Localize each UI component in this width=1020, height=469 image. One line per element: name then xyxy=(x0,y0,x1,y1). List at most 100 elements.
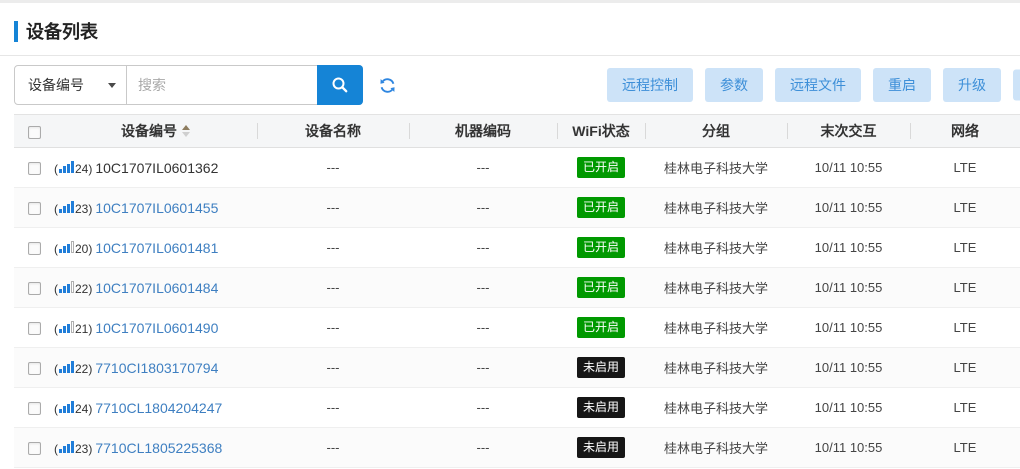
upgrade-button[interactable]: 升级 xyxy=(943,68,1001,102)
group-cell: 桂林电子科技大学 xyxy=(645,148,787,188)
column-header-machine-code: 机器编码 xyxy=(409,115,557,148)
device-id-link[interactable]: 7710CL1805225368 xyxy=(95,440,222,456)
signal-strength-indicator: (22) xyxy=(54,361,92,376)
column-header-device-id[interactable]: 设备编号 xyxy=(54,115,257,148)
select-all-checkbox[interactable] xyxy=(28,126,41,139)
device-id-link[interactable]: 7710CI1803170794 xyxy=(95,360,218,376)
network-cell: LTE xyxy=(910,348,1020,388)
group-cell: 桂林电子科技大学 xyxy=(645,228,787,268)
group-cell: 桂林电子科技大学 xyxy=(645,188,787,228)
search-button[interactable] xyxy=(317,65,363,105)
device-name-cell: --- xyxy=(257,188,409,228)
last-interaction-cell: 10/11 10:55 xyxy=(787,268,910,308)
remote-control-button[interactable]: 远程控制 xyxy=(607,68,693,102)
signal-bars-icon xyxy=(59,441,74,453)
signal-bars-icon xyxy=(59,361,74,373)
page-title-row: 设备列表 xyxy=(0,3,1020,56)
device-name-cell: --- xyxy=(257,268,409,308)
row-checkbox[interactable] xyxy=(28,162,41,175)
parameters-button[interactable]: 参数 xyxy=(705,68,763,102)
refresh-button[interactable] xyxy=(376,74,399,97)
last-interaction-cell: 10/11 10:55 xyxy=(787,348,910,388)
search-field-dropdown[interactable]: 设备编号 xyxy=(15,66,127,104)
wifi-status-badge: 未启用 xyxy=(577,437,625,457)
table-row: (20)10C1707IL0601481 --- --- 已开启 桂林电子科技大… xyxy=(14,228,1020,268)
last-interaction-cell: 10/11 10:55 xyxy=(787,188,910,228)
wifi-status-badge: 已开启 xyxy=(577,237,625,257)
machine-code-cell: --- xyxy=(409,268,557,308)
table-row: (24)7710CL1804204247 --- --- 未启用 桂林电子科技大… xyxy=(14,388,1020,428)
device-name-cell: --- xyxy=(257,428,409,468)
row-checkbox[interactable] xyxy=(28,362,41,375)
network-cell: LTE xyxy=(910,388,1020,428)
network-cell: LTE xyxy=(910,268,1020,308)
network-cell: LTE xyxy=(910,188,1020,228)
sort-desc-icon xyxy=(182,132,190,137)
column-header-wifi-status: WiFi状态 xyxy=(557,115,645,148)
sort-icon xyxy=(182,125,190,137)
table-row: (24)10C1707IL0601362 --- --- 已开启 桂林电子科技大… xyxy=(14,148,1020,188)
signal-bars-icon xyxy=(59,201,74,213)
page-title: 设备列表 xyxy=(26,18,98,44)
last-interaction-cell: 10/11 10:55 xyxy=(787,388,910,428)
device-name-cell: --- xyxy=(257,388,409,428)
row-checkbox[interactable] xyxy=(28,322,41,335)
row-checkbox[interactable] xyxy=(28,402,41,415)
column-header-device-name: 设备名称 xyxy=(257,115,409,148)
group-cell: 桂林电子科技大学 xyxy=(645,348,787,388)
machine-code-cell: --- xyxy=(409,388,557,428)
device-table: 设备编号 设备名称 机器编码 WiFi状态 分组 末次交互 网络 (24)10C xyxy=(14,114,1020,468)
group-cell: 桂林电子科技大学 xyxy=(645,388,787,428)
signal-strength-indicator: (21) xyxy=(54,321,92,336)
signal-strength-indicator: (24) xyxy=(54,161,92,176)
wifi-status-badge: 已开启 xyxy=(577,317,625,337)
last-interaction-cell: 10/11 10:55 xyxy=(787,148,910,188)
remote-file-button[interactable]: 远程文件 xyxy=(775,68,861,102)
wifi-status-badge: 已开启 xyxy=(577,277,625,297)
toolbar: 设备编号 xyxy=(0,56,1020,114)
search-field-dropdown-value: 设备编号 xyxy=(28,75,84,95)
group-cell: 桂林电子科技大学 xyxy=(645,428,787,468)
chevron-down-icon xyxy=(108,83,116,88)
partial-cutoff-button[interactable] xyxy=(1013,70,1020,101)
network-cell: LTE xyxy=(910,428,1020,468)
search-group: 设备编号 xyxy=(14,65,363,105)
device-name-cell: --- xyxy=(257,148,409,188)
machine-code-cell: --- xyxy=(409,228,557,268)
table-row: (22)10C1707IL0601484 --- --- 已开启 桂林电子科技大… xyxy=(14,268,1020,308)
wifi-status-badge: 已开启 xyxy=(577,157,625,177)
device-id-link[interactable]: 10C1707IL0601455 xyxy=(95,200,218,216)
row-checkbox[interactable] xyxy=(28,242,41,255)
group-cell: 桂林电子科技大学 xyxy=(645,268,787,308)
last-interaction-cell: 10/11 10:55 xyxy=(787,308,910,348)
table-row: (23)10C1707IL0601455 --- --- 已开启 桂林电子科技大… xyxy=(14,188,1020,228)
device-id-link[interactable]: 10C1707IL0601490 xyxy=(95,320,218,336)
device-id-link[interactable]: 10C1707IL0601484 xyxy=(95,280,218,296)
table-header-row: 设备编号 设备名称 机器编码 WiFi状态 分组 末次交互 网络 xyxy=(14,115,1020,148)
signal-strength-indicator: (22) xyxy=(54,281,92,296)
signal-strength-indicator: (23) xyxy=(54,201,92,216)
machine-code-cell: --- xyxy=(409,348,557,388)
machine-code-cell: --- xyxy=(409,428,557,468)
signal-strength-indicator: (23) xyxy=(54,441,92,456)
row-checkbox[interactable] xyxy=(28,442,41,455)
network-cell: LTE xyxy=(910,148,1020,188)
column-header-last-interaction: 末次交互 xyxy=(787,115,910,148)
row-checkbox[interactable] xyxy=(28,282,41,295)
signal-bars-icon xyxy=(59,241,74,253)
wifi-status-badge: 未启用 xyxy=(577,397,625,417)
table-row: (23)7710CL1805225368 --- --- 未启用 桂林电子科技大… xyxy=(14,428,1020,468)
search-icon xyxy=(331,76,349,94)
sort-asc-icon xyxy=(182,125,190,130)
wifi-status-badge: 已开启 xyxy=(577,197,625,217)
wifi-status-badge: 未启用 xyxy=(577,357,625,377)
device-id-link[interactable]: 10C1707IL0601362 xyxy=(95,160,218,176)
device-id-link[interactable]: 7710CL1804204247 xyxy=(95,400,222,416)
signal-strength-indicator: (20) xyxy=(54,241,92,256)
table-row: (21)10C1707IL0601490 --- --- 已开启 桂林电子科技大… xyxy=(14,308,1020,348)
restart-button[interactable]: 重启 xyxy=(873,68,931,102)
search-input[interactable] xyxy=(127,66,317,104)
group-cell: 桂林电子科技大学 xyxy=(645,308,787,348)
device-id-link[interactable]: 10C1707IL0601481 xyxy=(95,240,218,256)
row-checkbox[interactable] xyxy=(28,202,41,215)
